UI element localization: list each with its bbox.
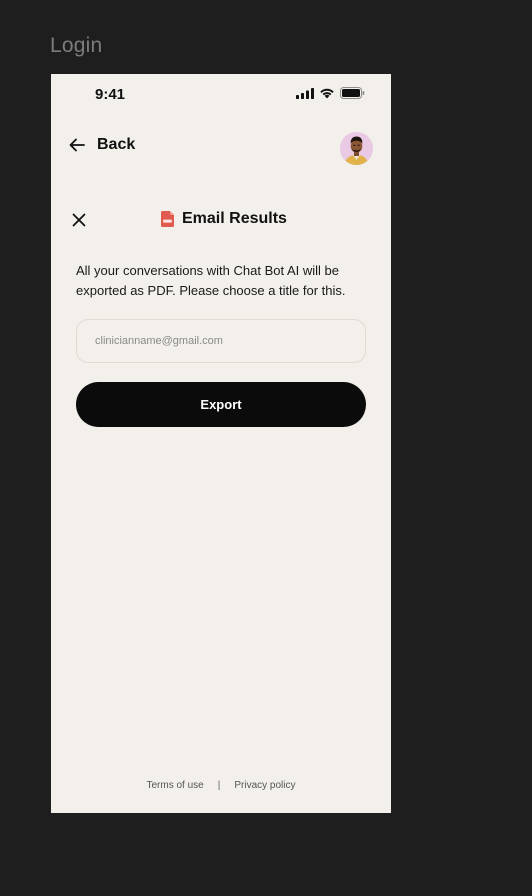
sheet-header: Email Results — [51, 206, 391, 236]
sheet-title: Email Results — [182, 210, 287, 227]
arrow-left-icon — [69, 138, 85, 152]
export-description: All your conversations with Chat Bot AI … — [76, 263, 346, 298]
export-button[interactable]: Export — [76, 382, 366, 427]
status-time: 9:41 — [95, 86, 126, 103]
pdf-file-icon — [161, 211, 174, 227]
email-input[interactable] — [76, 319, 366, 363]
avatar-image — [340, 132, 373, 165]
back-button[interactable]: Back — [69, 136, 135, 154]
battery-icon — [340, 87, 365, 99]
top-nav: Back — [51, 130, 391, 170]
close-icon[interactable] — [71, 212, 87, 228]
status-bar: 9:41 — [51, 74, 391, 114]
frame-label: Login — [50, 34, 103, 57]
terms-of-use-link[interactable]: Terms of use — [147, 780, 204, 791]
cellular-signal-icon — [296, 87, 314, 99]
wifi-icon — [320, 88, 334, 99]
back-label: Back — [97, 136, 136, 153]
status-icons — [296, 87, 365, 99]
user-avatar[interactable] — [340, 132, 373, 165]
footer-separator: | — [217, 780, 221, 791]
footer-links: Terms of use | Privacy policy — [51, 780, 391, 791]
phone-screen: 9:41 Back Email Results All your convers… — [51, 74, 391, 813]
sheet-title-group: Email Results — [161, 210, 287, 228]
privacy-policy-link[interactable]: Privacy policy — [234, 780, 295, 791]
